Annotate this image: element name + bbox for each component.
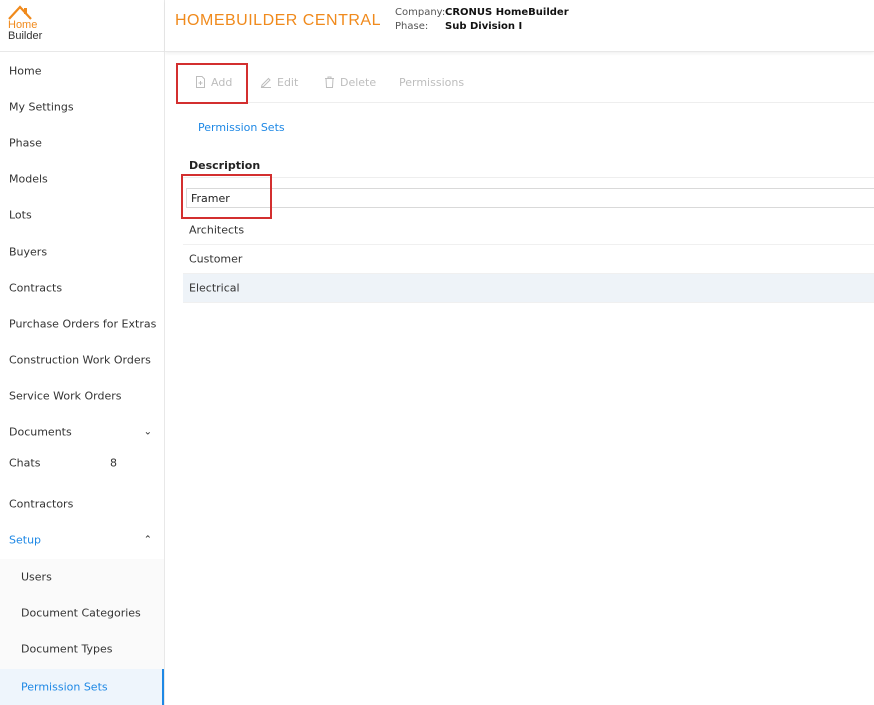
- sidebar-item-models[interactable]: Models: [0, 161, 164, 197]
- sidebar-item-document-categories[interactable]: Document Categories: [0, 595, 164, 631]
- sidebar-item-label: Documents: [9, 425, 72, 439]
- sidebar-item-label: Buyers: [9, 245, 48, 259]
- sidebar-item-construction-work-orders[interactable]: Construction Work Orders: [0, 342, 164, 378]
- logo-text-builder: Builder: [8, 30, 43, 42]
- sidebar-item-label: Lots: [9, 208, 32, 222]
- sidebar-item-purchase-orders-for-extras[interactable]: Purchase Orders for Extras: [0, 306, 164, 342]
- sidebar-item-label: Construction Work Orders: [9, 353, 151, 367]
- delete-button[interactable]: Delete: [324, 70, 376, 94]
- phase-value: Sub Division I: [445, 21, 523, 32]
- sidebar-item-label: Document Categories: [21, 606, 141, 620]
- permissions-button-label: Permissions: [399, 75, 465, 89]
- table-row[interactable]: Architects: [183, 216, 874, 245]
- tab-permission-sets[interactable]: Permission Sets: [198, 121, 285, 134]
- sidebar-item-label: Purchase Orders for Extras: [9, 317, 157, 331]
- app-title: HOMEBUILDER CENTRAL: [175, 12, 381, 29]
- table-cell-description: Architects: [189, 223, 245, 237]
- app-header: HOMEBUILDER CENTRAL Company: CRONUS Home…: [165, 0, 874, 52]
- description-input[interactable]: [187, 189, 874, 207]
- chats-count-badge: 8: [110, 456, 117, 470]
- permissions-button[interactable]: Permissions: [399, 70, 464, 94]
- phase-label: Phase:: [395, 21, 429, 32]
- edit-button[interactable]: Edit: [260, 70, 298, 94]
- edit-button-label: Edit: [277, 75, 299, 89]
- table-row[interactable]: Electrical: [183, 274, 874, 303]
- table-row[interactable]: Customer: [183, 245, 874, 274]
- company-label: Company:: [395, 7, 446, 18]
- column-header-description[interactable]: Description: [189, 159, 260, 172]
- sidebar-item-label: Models: [9, 172, 48, 186]
- sidebar-item-label: Home: [9, 64, 42, 78]
- sidebar-item-label: Setup: [9, 533, 42, 547]
- trash-icon: [325, 76, 334, 88]
- sidebar-item-buyers[interactable]: Buyers: [0, 234, 164, 270]
- sidebar-item-contracts[interactable]: Contracts: [0, 270, 164, 306]
- sidebar-item-lots[interactable]: Lots: [0, 197, 164, 233]
- sidebar-item-my-settings[interactable]: My Settings: [0, 89, 164, 125]
- logo[interactable]: Home Builder: [0, 0, 165, 52]
- chevron-up-icon: ⌃: [143, 534, 152, 546]
- house-roof-icon: [8, 5, 32, 20]
- sidebar-item-label: Chats: [9, 456, 41, 470]
- new-row-editor: [186, 188, 874, 208]
- description-input-highlight: [181, 174, 272, 219]
- sidebar-item-home[interactable]: Home: [0, 53, 164, 89]
- toolbar: Add Edit Delete Permissions: [183, 60, 874, 103]
- sidebar-item-contractors[interactable]: Contractors: [0, 486, 164, 522]
- sidebar: Home My Settings Phase Models Lots Buyer…: [0, 52, 165, 705]
- sidebar-item-chats[interactable]: Chats 8: [0, 445, 164, 481]
- delete-button-label: Delete: [340, 75, 377, 89]
- add-button-highlight: [176, 63, 248, 104]
- sidebar-item-permission-sets[interactable]: Permission Sets: [0, 669, 164, 705]
- table-cell-description: Customer: [189, 252, 243, 266]
- company-value: CRONUS HomeBuilder: [445, 7, 569, 18]
- sidebar-item-label: Users: [21, 570, 52, 584]
- table-cell-description: Electrical: [189, 281, 240, 295]
- pencil-icon: [260, 77, 271, 88]
- sidebar-item-phase[interactable]: Phase: [0, 125, 164, 161]
- sidebar-item-label: Document Types: [21, 642, 113, 656]
- sidebar-item-label: Contractors: [9, 497, 74, 511]
- sidebar-item-label: Permission Sets: [21, 680, 108, 694]
- chevron-down-icon: ⌄: [143, 426, 152, 438]
- sidebar-item-label: Phase: [9, 136, 42, 150]
- sidebar-item-label: My Settings: [9, 100, 74, 114]
- sidebar-item-label: Service Work Orders: [9, 389, 122, 403]
- sidebar-item-users[interactable]: Users: [0, 559, 164, 595]
- sidebar-item-document-types[interactable]: Document Types: [0, 631, 164, 667]
- sidebar-item-setup[interactable]: Setup ⌃: [0, 522, 164, 558]
- sidebar-item-label: Contracts: [9, 281, 63, 295]
- grid-header: Description: [183, 156, 874, 178]
- sidebar-item-service-work-orders[interactable]: Service Work Orders: [0, 378, 164, 414]
